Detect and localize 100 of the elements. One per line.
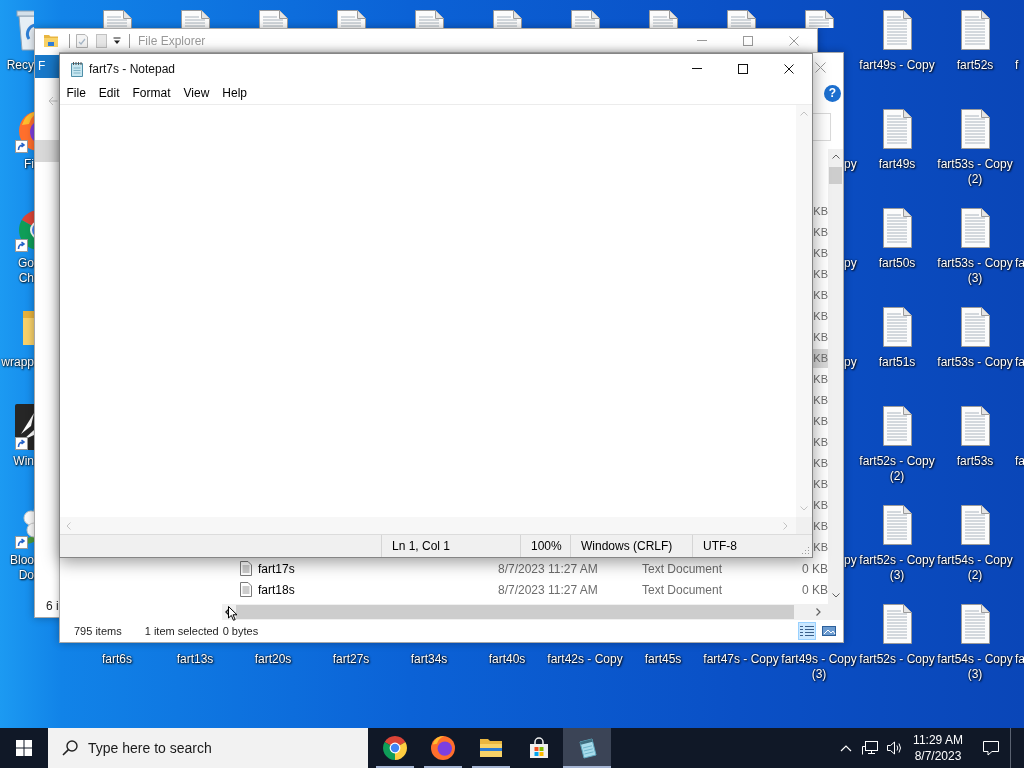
desktop-icon-label[interactable]: fart42s - Copy — [547, 652, 623, 667]
volume-icon[interactable] — [885, 741, 903, 755]
text-file-icon[interactable] — [882, 505, 912, 545]
text-file-icon[interactable] — [180, 10, 210, 28]
menu-item[interactable]: Help — [215, 84, 254, 103]
desktop-icon-label[interactable]: fart49s - Copy (3) — [780, 652, 858, 682]
text-file-icon[interactable] — [960, 505, 990, 545]
file-size[interactable]: KB — [813, 265, 828, 284]
text-file-icon[interactable] — [882, 109, 912, 149]
notification-icon[interactable] — [982, 740, 1000, 756]
menu-item[interactable]: Format — [126, 84, 178, 103]
file-size[interactable]: KB — [813, 433, 828, 452]
file-size[interactable]: KB — [813, 244, 828, 263]
desktop-icon-label[interactable]: fart34s — [410, 652, 448, 667]
clock[interactable]: 11:29 AM 8/7/2023 — [904, 728, 972, 768]
scrollbar-thumb[interactable] — [829, 167, 842, 184]
text-file-icon[interactable] — [960, 307, 990, 347]
file-size[interactable]: KB — [813, 202, 828, 221]
text-file-icon[interactable] — [960, 604, 990, 644]
desktop-icon-label[interactable]: fart45s — [644, 652, 682, 667]
menu-item[interactable]: View — [177, 84, 216, 103]
desktop-icon-label[interactable]: fart20s — [254, 652, 292, 667]
scroll-up-icon[interactable] — [831, 154, 840, 159]
desktop-icon-label[interactable]: fart6s — [102, 652, 132, 667]
help-button[interactable]: ? — [824, 85, 841, 102]
file-row[interactable]: fart17s 8/7/2023 11:27 AM Text Document 0 KB — [222, 558, 828, 579]
details-view-button[interactable] — [798, 622, 816, 640]
start-icon[interactable] — [16, 740, 32, 756]
desktop-icon-label[interactable]: fart51s — [878, 355, 916, 370]
file-size[interactable]: KB — [813, 349, 828, 368]
desktop-icon-label[interactable]: py — [844, 355, 857, 370]
desktop-icon-label[interactable]: fart52s - Copy (2) — [858, 454, 936, 484]
desktop-icon-label[interactable]: py — [844, 157, 857, 172]
desktop-icon-label[interactable]: fart53s - Copy (3) — [936, 256, 1014, 286]
file-size[interactable]: KB — [813, 517, 828, 536]
menu-item[interactable]: Edit — [92, 84, 127, 103]
file-size[interactable]: KB — [813, 307, 828, 326]
text-file-icon[interactable] — [258, 10, 288, 28]
desktop-icon-label[interactable]: fart52s - Copy (3) — [858, 553, 936, 583]
desktop-icon-label[interactable]: f — [1015, 58, 1019, 73]
desktop-icon-label[interactable]: py — [844, 553, 857, 568]
desktop-icon-label[interactable]: fart52s — [956, 58, 994, 73]
file-size[interactable]: KB — [813, 370, 828, 389]
file-size[interactable]: KB — [813, 454, 828, 473]
desktop-icon-label[interactable]: fart13s — [176, 652, 214, 667]
file-size[interactable]: KB — [813, 538, 828, 557]
text-file-icon[interactable] — [960, 406, 990, 446]
text-file-icon[interactable] — [492, 10, 522, 28]
text-file-icon[interactable] — [804, 10, 834, 28]
text-file-icon[interactable] — [882, 10, 912, 50]
desktop-icon-label[interactable]: fart54s - Copy (3) — [936, 652, 1014, 682]
text-file-icon[interactable] — [960, 10, 990, 50]
text-file-icon[interactable] — [648, 10, 678, 28]
file-size[interactable]: KB — [813, 475, 828, 494]
dropdown-caret-icon[interactable] — [113, 36, 121, 45]
text-file-icon[interactable] — [882, 406, 912, 446]
scrollbar-thumb[interactable] — [236, 605, 794, 619]
search-field[interactable]: Type here to search — [48, 728, 368, 768]
file-size[interactable]: KB — [813, 286, 828, 305]
resize-grip-icon[interactable] — [799, 545, 810, 555]
nav-item[interactable] — [35, 140, 60, 162]
file-size[interactable]: KB — [813, 412, 828, 431]
desktop-icon-label[interactable]: fart50s — [878, 256, 916, 271]
text-file-icon[interactable] — [882, 604, 912, 644]
desktop-icon-label[interactable]: fart53s - Copy — [937, 355, 1013, 370]
file-size[interactable]: KB — [813, 328, 828, 347]
desktop-icon-label[interactable]: fart40s — [488, 652, 526, 667]
chevron-up-icon[interactable] — [840, 744, 852, 752]
text-file-icon[interactable] — [882, 208, 912, 248]
desktop-icon-label[interactable]: fart53s — [956, 454, 994, 469]
taskbar-app-button[interactable] — [563, 728, 611, 768]
desktop-icon-label[interactable]: fart49s - Copy — [859, 58, 935, 73]
menu-item[interactable]: File — [60, 84, 93, 103]
file-size[interactable]: KB — [813, 391, 828, 410]
desktop-icon-label[interactable]: py — [844, 256, 857, 271]
desktop-icon-label[interactable]: fart54s - Copy (2) — [936, 553, 1014, 583]
text-file-icon[interactable] — [570, 10, 600, 28]
text-file-icon[interactable] — [726, 10, 756, 28]
file-tab[interactable]: F — [35, 55, 60, 78]
text-file-icon[interactable] — [960, 208, 990, 248]
desktop-icon-label[interactable]: fart52s - Copy — [859, 652, 935, 667]
text-file-icon[interactable] — [882, 307, 912, 347]
desktop-icon-label[interactable]: fart53s - Copy (2) — [936, 157, 1014, 187]
desktop-icon-label[interactable]: fart49s — [878, 157, 916, 172]
desktop-icon-label[interactable]: fart47s - Copy — [703, 652, 779, 667]
text-file-icon[interactable] — [336, 10, 366, 28]
scroll-right-icon[interactable] — [816, 608, 821, 616]
file-size[interactable]: KB — [813, 496, 828, 515]
folder-icon[interactable] — [43, 33, 59, 48]
close-icon[interactable] — [815, 62, 826, 73]
text-file-icon[interactable] — [414, 10, 444, 28]
scroll-down-icon[interactable] — [831, 593, 840, 598]
text-file-icon[interactable] — [960, 109, 990, 149]
network-icon[interactable] — [862, 740, 880, 756]
desktop-icon-label[interactable]: fart27s — [332, 652, 370, 667]
vertical-scrollbar[interactable] — [828, 149, 843, 604]
file-row[interactable]: fart18s 8/7/2023 11:27 AM Text Document 0 KB — [222, 579, 828, 600]
horizontal-scrollbar[interactable] — [222, 604, 828, 620]
text-file-icon[interactable] — [102, 10, 132, 28]
file-size[interactable]: KB — [813, 223, 828, 242]
